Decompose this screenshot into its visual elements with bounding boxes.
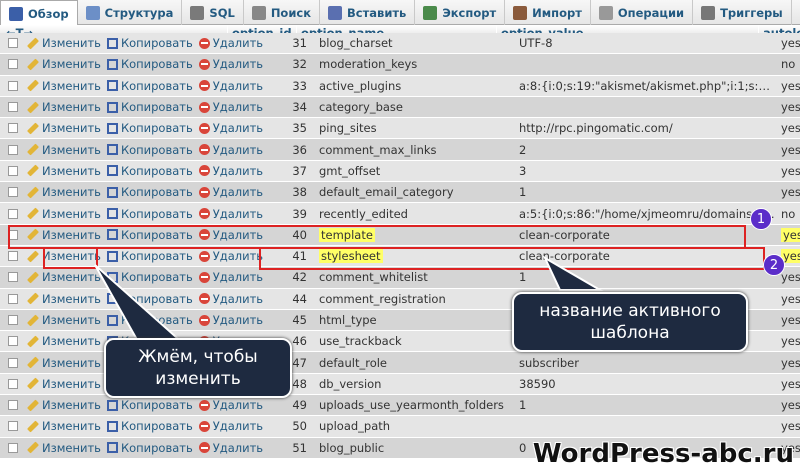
callout-pointer	[94, 255, 604, 346]
badge-1: 1	[750, 208, 772, 230]
badge-2: 2	[763, 254, 785, 276]
watermark: WordPress-abc.ru	[532, 439, 794, 469]
callout-active-theme: название активного шаблона	[512, 292, 748, 352]
callout-click-to-edit: Жмём, чтобы изменить	[104, 338, 292, 398]
